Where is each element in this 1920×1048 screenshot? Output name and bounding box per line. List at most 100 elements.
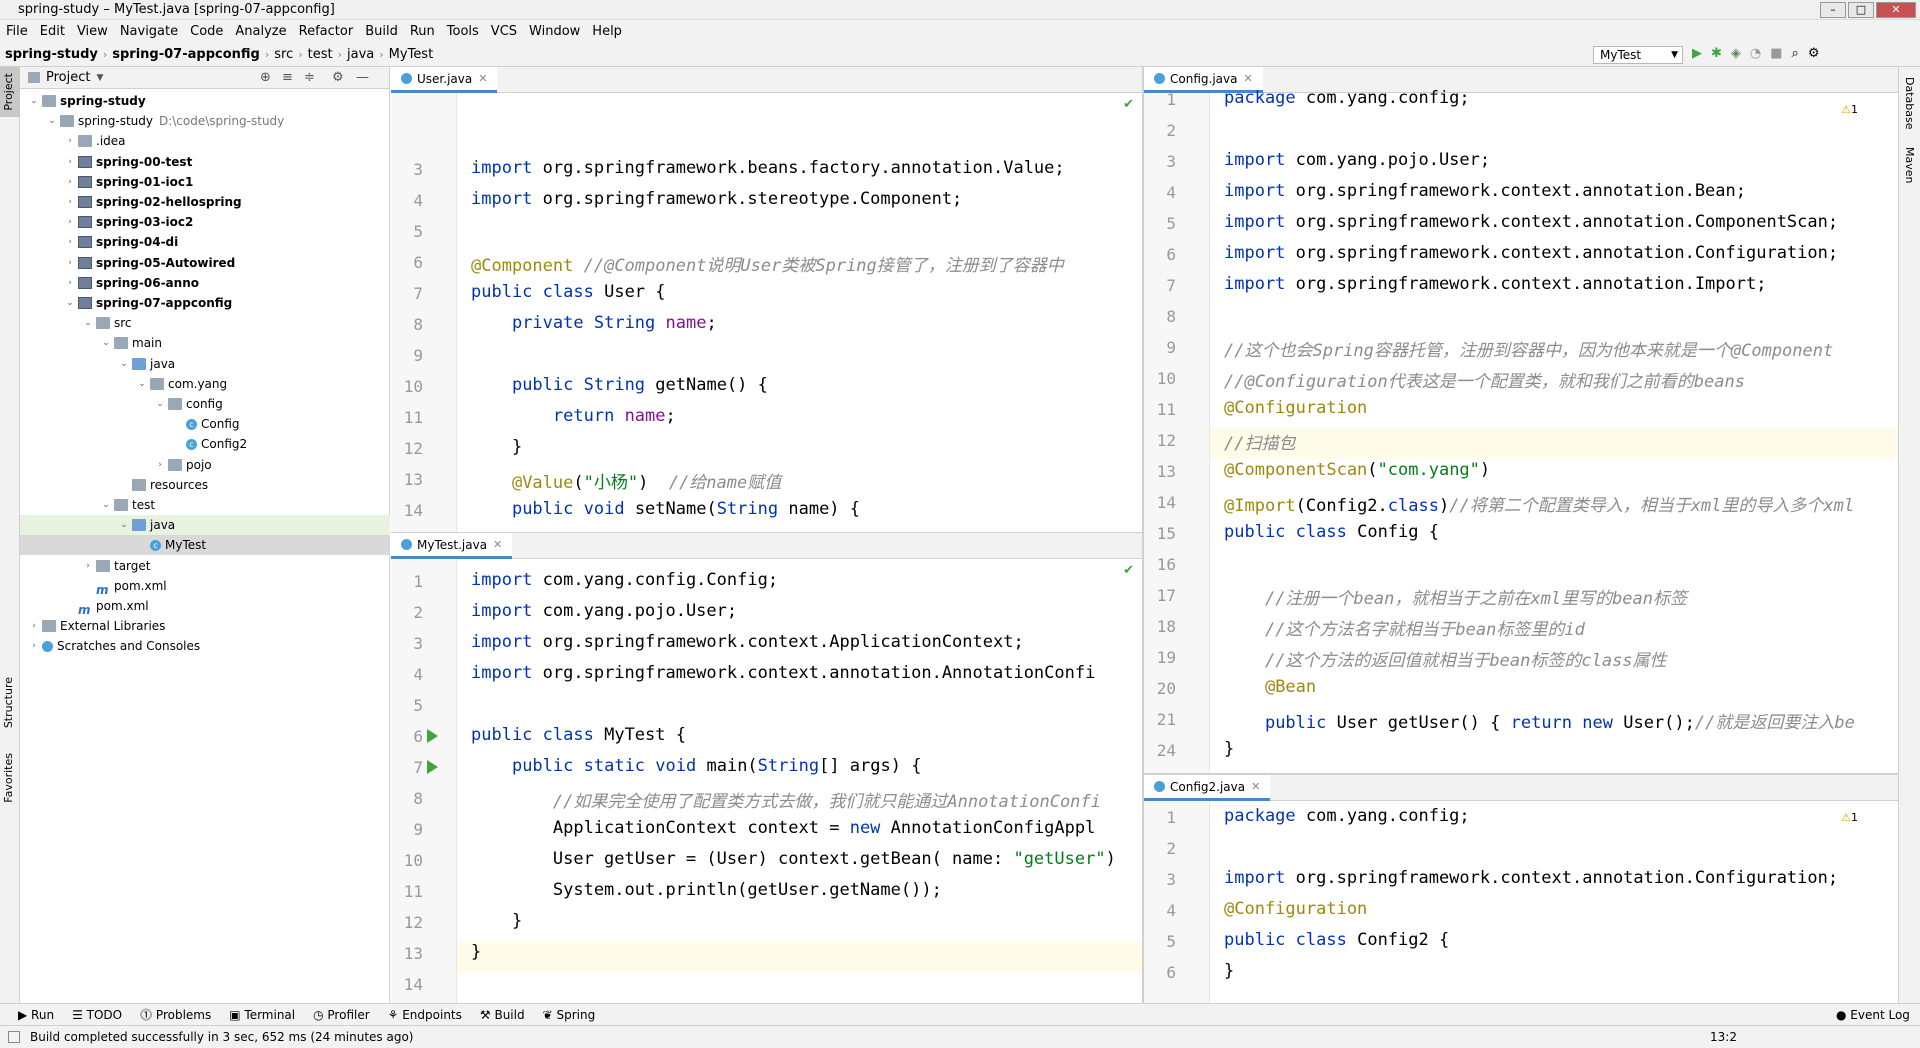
chevron-right-icon[interactable]: ›: [64, 212, 76, 232]
menu-navigate[interactable]: Navigate: [114, 24, 184, 39]
code-line[interactable]: import com.yang.pojo.User;: [1224, 150, 1490, 170]
chevron-right-icon[interactable]: ›: [28, 616, 40, 636]
tab-user-java[interactable]: User.java ✕: [391, 67, 498, 93]
code-line[interactable]: @Component //@Component说明User类被Spring接管了…: [471, 251, 1064, 276]
tree-item[interactable]: › spring-03-ioc2: [20, 212, 390, 232]
code-line[interactable]: //这个也会Spring容器托管，注册到容器中，因为他本来就是一个@Compon…: [1224, 336, 1833, 361]
project-tool-button[interactable]: Project: [2, 73, 15, 111]
code-line[interactable]: import org.springframework.context.annot…: [1224, 212, 1838, 232]
chevron-down-icon[interactable]: ⌄: [64, 293, 76, 313]
chevron-down-icon[interactable]: ⌄: [136, 374, 148, 394]
status-toggle-icon[interactable]: [8, 1031, 20, 1043]
chevron-right-icon[interactable]: ›: [82, 556, 94, 576]
chevron-down-icon[interactable]: ⌄: [82, 313, 94, 333]
tree-item[interactable]: › spring-02-hellospring: [20, 192, 390, 212]
code-line[interactable]: package com.yang.config;: [1224, 806, 1470, 826]
run-config-select[interactable]: MyTest ▼: [1593, 46, 1683, 64]
code-line[interactable]: import org.springframework.context.annot…: [1224, 868, 1838, 888]
breadcrumb-item[interactable]: spring-07-appconfig: [107, 47, 265, 62]
code-line[interactable]: public class User {: [471, 282, 666, 302]
code-line[interactable]: package com.yang.config;: [1224, 88, 1470, 108]
chevron-right-icon[interactable]: ›: [64, 232, 76, 252]
chevron-down-icon[interactable]: ⌄: [28, 91, 40, 111]
chevron-down-icon[interactable]: ⌄: [100, 495, 112, 515]
tree-item[interactable]: ⌄ test: [20, 495, 390, 515]
chevron-down-icon[interactable]: ⌄: [46, 111, 58, 131]
code-line[interactable]: System.out.println(getUser.getName());: [471, 880, 942, 900]
code-line[interactable]: @Bean: [1224, 677, 1316, 697]
code-line[interactable]: @ComponentScan("com.yang"): [1224, 460, 1490, 480]
favorites-tool-button[interactable]: Favorites: [2, 753, 15, 803]
tree-item[interactable]: c Config2: [20, 434, 390, 454]
collapse-all-icon[interactable]: ≑: [304, 70, 315, 85]
tree-item[interactable]: m pom.xml: [20, 576, 390, 597]
tab-mytest-java[interactable]: MyTest.java ✕: [391, 533, 513, 559]
run-icon[interactable]: ▶: [1692, 46, 1702, 61]
code-line[interactable]: public String getName() {: [471, 375, 768, 395]
code-line[interactable]: import com.yang.pojo.User;: [471, 601, 737, 621]
maximize-icon[interactable]: □: [1848, 2, 1874, 18]
expand-all-icon[interactable]: ≡: [282, 70, 293, 85]
stop-icon[interactable]: ■: [1770, 46, 1782, 61]
code-line[interactable]: ApplicationContext context = new Annotat…: [471, 818, 1095, 838]
breadcrumb-item[interactable]: MyTest: [384, 47, 439, 62]
code-line[interactable]: @Configuration: [1224, 398, 1367, 418]
code-line[interactable]: @Import(Config2.class)//将第二个配置类导入，相当于xml…: [1224, 491, 1854, 516]
tree-item[interactable]: › .idea: [20, 131, 390, 151]
chevron-right-icon[interactable]: ›: [64, 172, 76, 192]
code-line[interactable]: //这个方法的返回值就相当于bean标签的class属性: [1224, 646, 1667, 671]
menu-view[interactable]: View: [71, 24, 114, 39]
code-line[interactable]: public static void main(String[] args) {: [471, 756, 922, 776]
tree-item[interactable]: › spring-05-Autowired: [20, 253, 390, 273]
code-line[interactable]: //这个方法名字就相当于bean标签里的id: [1224, 615, 1585, 640]
chevron-right-icon[interactable]: ›: [64, 273, 76, 293]
code-line[interactable]: return name;: [471, 406, 676, 426]
menu-build[interactable]: Build: [359, 24, 404, 39]
profile-icon[interactable]: ◔: [1750, 46, 1761, 61]
menu-help[interactable]: Help: [586, 24, 628, 39]
code-line[interactable]: @Value("小杨") //给name赋值: [471, 468, 781, 493]
tree-item[interactable]: › spring-01-ioc1: [20, 172, 390, 192]
tree-item[interactable]: ⌄ java: [20, 354, 390, 374]
tree-item[interactable]: m pom.xml: [20, 596, 390, 617]
editor-mytest-java[interactable]: MyTest.java ✕ 1 import com.yang.config.Con…: [391, 533, 1142, 1003]
inspection-warning-icon[interactable]: ⚠1: [1841, 103, 1858, 116]
menu-code[interactable]: Code: [184, 24, 229, 39]
close-tab-icon[interactable]: ✕: [493, 538, 502, 551]
tool-endpoints[interactable]: ⚘ Endpoints: [388, 1008, 462, 1022]
tree-item[interactable]: c MyTest: [20, 535, 390, 556]
menu-window[interactable]: Window: [523, 24, 586, 39]
locate-icon[interactable]: ⊕: [260, 70, 271, 85]
tree-item[interactable]: › Scratches and Consoles: [20, 636, 390, 656]
code-line[interactable]: import org.springframework.context.annot…: [1224, 181, 1746, 201]
editor-config2-java[interactable]: Config2.java ✕ 1 package com.yang.config; 2…: [1144, 775, 1898, 1003]
code-line[interactable]: //@Configuration代表这是一个配置类，就和我们之前看的beans: [1224, 367, 1745, 392]
tab-config2-java[interactable]: Config2.java ✕: [1144, 775, 1271, 801]
chevron-right-icon[interactable]: ›: [64, 253, 76, 273]
tool-spring[interactable]: ❦ Spring: [543, 1008, 596, 1022]
inspection-warning-icon[interactable]: ⚠1: [1841, 811, 1858, 824]
maven-tool-button[interactable]: Maven: [1903, 147, 1916, 183]
chevron-down-icon[interactable]: ⌄: [118, 515, 130, 535]
code-line[interactable]: public class Config2 {: [1224, 930, 1449, 950]
minimize-icon[interactable]: –: [1820, 2, 1846, 18]
menu-file[interactable]: File: [0, 24, 34, 39]
menu-refactor[interactable]: Refactor: [293, 24, 360, 39]
caret-position[interactable]: 13:2: [1710, 1030, 1737, 1044]
gear-icon[interactable]: ⚙: [1808, 46, 1820, 61]
close-tab-icon[interactable]: ✕: [1251, 780, 1260, 793]
tree-item[interactable]: › External Libraries: [20, 616, 390, 636]
code-line[interactable]: import org.springframework.context.annot…: [1224, 243, 1838, 263]
project-panel-title[interactable]: Project: [46, 70, 90, 85]
editor-config-java[interactable]: Config.java ✕ 1 package com.yang.config; 2 3…: [1144, 67, 1898, 773]
chevron-down-icon[interactable]: ⌄: [100, 333, 112, 353]
tool-run[interactable]: ▶ Run: [18, 1008, 54, 1022]
chevron-right-icon[interactable]: ›: [154, 455, 166, 475]
tree-item[interactable]: ⌄ src: [20, 313, 390, 333]
tree-item[interactable]: ⌄ spring-study: [20, 91, 390, 111]
code-line[interactable]: import org.springframework.context.annot…: [1224, 274, 1766, 294]
code-line[interactable]: }: [471, 437, 522, 457]
code-line[interactable]: public User getUser() { return new User(…: [1224, 708, 1855, 733]
menu-edit[interactable]: Edit: [34, 24, 71, 39]
hide-icon[interactable]: —: [356, 70, 369, 85]
